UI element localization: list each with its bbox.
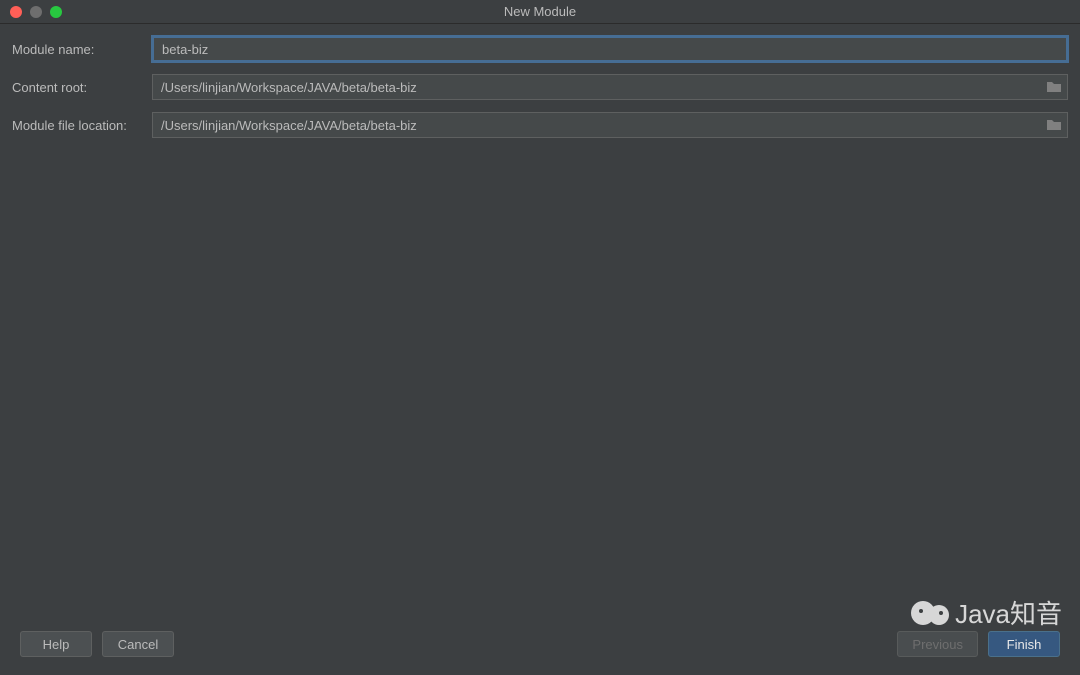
browse-folder-icon[interactable]	[1046, 119, 1062, 131]
window-controls	[0, 6, 62, 18]
module-file-location-row: Module file location:	[12, 112, 1068, 138]
module-name-wrap	[152, 36, 1068, 62]
help-button[interactable]: Help	[20, 631, 92, 657]
cancel-button[interactable]: Cancel	[102, 631, 174, 657]
finish-button[interactable]: Finish	[988, 631, 1060, 657]
watermark: Java知音	[911, 594, 1062, 631]
content-root-label: Content root:	[12, 80, 152, 95]
content-root-input[interactable]	[152, 74, 1068, 100]
titlebar: New Module	[0, 0, 1080, 24]
close-window-button[interactable]	[10, 6, 22, 18]
button-bar: Help Cancel Previous Finish	[0, 631, 1080, 657]
left-buttons: Help Cancel	[20, 631, 174, 657]
form-content: Module name: Content root: Module file l…	[0, 24, 1080, 162]
content-root-row: Content root:	[12, 74, 1068, 100]
window-title: New Module	[504, 4, 576, 19]
module-name-row: Module name:	[12, 36, 1068, 62]
watermark-text: Java知音	[955, 594, 1062, 631]
module-name-label: Module name:	[12, 42, 152, 57]
module-file-location-input[interactable]	[152, 112, 1068, 138]
minimize-window-button[interactable]	[30, 6, 42, 18]
module-file-location-label: Module file location:	[12, 118, 152, 133]
previous-button[interactable]: Previous	[897, 631, 978, 657]
wechat-icon	[911, 597, 949, 629]
right-buttons: Previous Finish	[897, 631, 1060, 657]
module-file-location-wrap	[152, 112, 1068, 138]
module-name-input[interactable]	[152, 36, 1068, 62]
maximize-window-button[interactable]	[50, 6, 62, 18]
content-root-wrap	[152, 74, 1068, 100]
browse-folder-icon[interactable]	[1046, 81, 1062, 93]
